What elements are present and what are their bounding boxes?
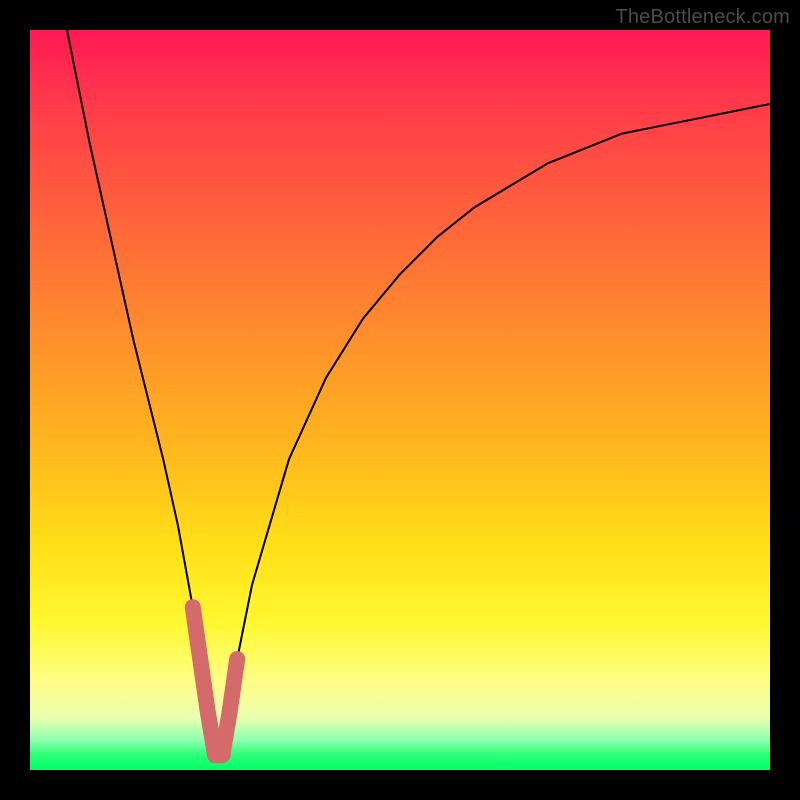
- watermark-text: TheBottleneck.com: [615, 6, 790, 29]
- optimal-range-marker: [30, 30, 770, 770]
- chart-area: [30, 30, 770, 770]
